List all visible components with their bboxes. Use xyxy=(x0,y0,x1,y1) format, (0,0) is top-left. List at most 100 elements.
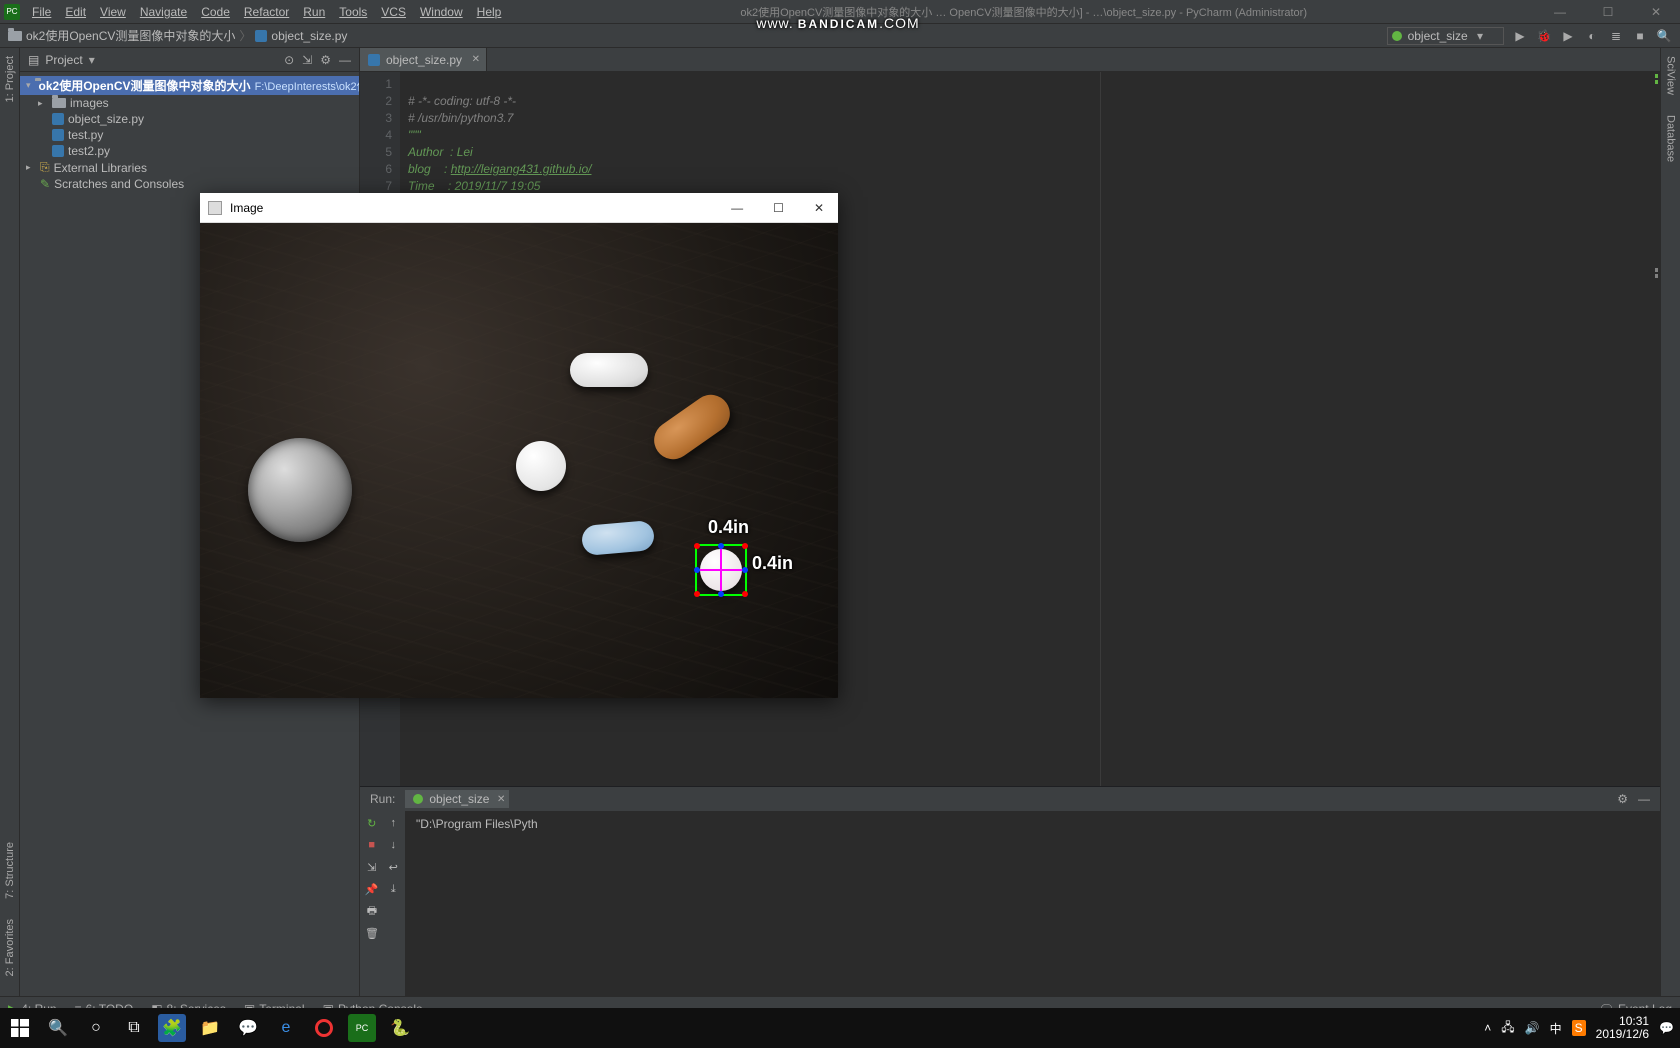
file-explorer-icon[interactable]: 📁 xyxy=(196,1014,224,1042)
breadcrumb-root[interactable]: ok2使用OpenCV测量图像中对象的大小 xyxy=(26,27,235,44)
object-pill-white-oblong xyxy=(570,353,648,387)
bandicam-icon[interactable] xyxy=(310,1014,338,1042)
tool-favorites[interactable]: 2: Favorites xyxy=(4,919,16,976)
project-title[interactable]: Project xyxy=(45,53,82,67)
editor-tab-object-size[interactable]: object_size.py ✕ xyxy=(360,48,487,71)
run-console[interactable]: "D:\Program Files\Pyth xyxy=(406,811,1660,996)
code-line: # /usr/bin/python3.7 xyxy=(408,111,513,125)
debug-button[interactable]: 🐞 xyxy=(1536,28,1552,44)
collapse-icon[interactable]: ⇲ xyxy=(302,53,312,67)
minimap[interactable] xyxy=(1655,72,1658,280)
menu-help[interactable]: Help xyxy=(471,3,508,21)
wrap-icon[interactable]: ↩ xyxy=(386,859,402,875)
up-icon[interactable]: ↑ xyxy=(386,815,402,831)
tree-file-object-size[interactable]: object_size.py xyxy=(20,111,359,127)
menu-window[interactable]: Window xyxy=(414,3,469,21)
close-tab-icon[interactable]: ✕ xyxy=(472,54,480,65)
stop-button[interactable]: ■ xyxy=(1632,28,1648,44)
hide-icon[interactable]: — xyxy=(339,53,351,67)
line-number: 2 xyxy=(360,93,392,110)
minimap-mark xyxy=(1655,274,1658,278)
image-preview-window[interactable]: Image — ☐ ✕ 0.4in 0.4in xyxy=(200,193,838,698)
scroll-icon[interactable]: ⤓ xyxy=(386,881,402,897)
down-icon[interactable]: ↓ xyxy=(386,837,402,853)
chevron-down-icon[interactable]: ▾ xyxy=(89,53,95,67)
close-button[interactable]: ✕ xyxy=(1636,5,1676,19)
tray-arrow-icon[interactable]: ˄ xyxy=(1484,1021,1491,1035)
print-icon[interactable]: 🖶 xyxy=(364,903,380,919)
run-settings-icon[interactable]: ⚙ xyxy=(1617,792,1628,806)
taskbar-app-1[interactable]: 🧩 xyxy=(158,1014,186,1042)
menu-navigate[interactable]: Navigate xyxy=(134,3,193,21)
action-center-icon[interactable]: 💬 xyxy=(1659,1021,1674,1035)
tool-sciview[interactable]: SciView xyxy=(1665,56,1677,95)
tool-structure[interactable]: 7: Structure xyxy=(4,842,16,899)
edge-icon[interactable]: e xyxy=(272,1014,300,1042)
watermark-prefix: www. xyxy=(756,15,793,31)
layout-icon[interactable]: ⇲ xyxy=(364,859,380,875)
image-minimize-button[interactable]: — xyxy=(725,201,749,215)
tool-project[interactable]: 1: Project xyxy=(4,56,16,102)
menu-vcs[interactable]: VCS xyxy=(375,3,412,21)
task-view-icon[interactable]: ⧉ xyxy=(120,1014,148,1042)
menu-edit[interactable]: Edit xyxy=(59,3,92,21)
wechat-icon[interactable]: 💬 xyxy=(234,1014,262,1042)
tray-volume-icon[interactable]: 🔊 xyxy=(1525,1021,1540,1035)
run-coverage-button[interactable]: ▶ xyxy=(1560,28,1576,44)
pycharm-taskbar-icon[interactable]: PC xyxy=(348,1014,376,1042)
window-title: ok2使用OpenCV测量图像中对象的大小 … OpenCV测量图像中的大小] … xyxy=(507,4,1540,20)
close-run-tab-icon[interactable]: ✕ xyxy=(497,794,505,805)
tree-root-path: F:\DeepInterests\ok2使用O… xyxy=(255,78,359,94)
run-config-selector[interactable]: object_size ▾ xyxy=(1387,27,1504,45)
image-window-titlebar[interactable]: Image — ☐ ✕ xyxy=(200,193,838,223)
code-line: """ xyxy=(408,128,421,142)
code-link[interactable]: http://leigang431.github.io/ xyxy=(451,162,592,176)
scratches-icon: ✎ xyxy=(40,177,50,191)
tree-file-test[interactable]: test.py xyxy=(20,127,359,143)
run-tab-object-size[interactable]: object_size ✕ xyxy=(405,790,509,808)
menu-run[interactable]: Run xyxy=(297,3,331,21)
system-clock[interactable]: 10:31 2019/12/6 xyxy=(1596,1015,1649,1041)
gear-icon[interactable]: ⚙ xyxy=(320,53,331,67)
tree-item-label: object_size.py xyxy=(68,112,144,126)
menu-code[interactable]: Code xyxy=(195,3,236,21)
maximize-button[interactable]: ☐ xyxy=(1588,5,1628,19)
menu-view[interactable]: View xyxy=(94,3,132,21)
tree-item-label: External Libraries xyxy=(54,161,147,175)
menu-refactor[interactable]: Refactor xyxy=(238,3,295,21)
profile-button[interactable]: ◐ xyxy=(1584,28,1600,44)
tray-sogou-icon[interactable]: S xyxy=(1572,1020,1586,1036)
tree-scratches[interactable]: ✎ Scratches and Consoles xyxy=(20,176,359,192)
watermark-suffix: .COM xyxy=(879,15,920,31)
menu-file[interactable]: File xyxy=(26,3,57,21)
cross-horizontal xyxy=(697,569,745,571)
tree-folder-images[interactable]: ▸ images xyxy=(20,95,359,111)
tree-file-test2[interactable]: test2.py xyxy=(20,143,359,159)
locate-icon[interactable]: ⊙ xyxy=(284,53,294,67)
tree-root[interactable]: ▾ ok2使用OpenCV测量图像中对象的大小 F:\DeepInterests… xyxy=(20,76,359,95)
run-tab-label: object_size xyxy=(429,792,489,806)
tool-database[interactable]: Database xyxy=(1665,115,1677,162)
trash-icon[interactable]: 🗑 xyxy=(364,925,380,941)
python-taskbar-icon[interactable]: 🐍 xyxy=(386,1014,414,1042)
menu-tools[interactable]: Tools xyxy=(333,3,373,21)
stop-icon[interactable]: ■ xyxy=(364,837,380,853)
image-maximize-button[interactable]: ☐ xyxy=(767,201,790,215)
editor-tab-label: object_size.py xyxy=(386,53,462,67)
breadcrumb-file[interactable]: object_size.py xyxy=(271,29,347,43)
rerun-icon[interactable]: ↻ xyxy=(364,815,380,831)
cortana-icon[interactable]: ○ xyxy=(82,1014,110,1042)
concurrency-button[interactable]: ≣ xyxy=(1608,28,1624,44)
tree-external-libraries[interactable]: ▸⎘ External Libraries xyxy=(20,159,359,176)
image-close-button[interactable]: ✕ xyxy=(808,201,830,215)
run-button[interactable]: ▶ xyxy=(1512,28,1528,44)
tray-ime-icon[interactable]: 中 xyxy=(1550,1020,1562,1037)
tray-network-icon[interactable]: 🖧 xyxy=(1501,1018,1514,1039)
search-everywhere-button[interactable]: 🔍 xyxy=(1656,28,1672,44)
search-icon[interactable]: 🔍 xyxy=(44,1014,72,1042)
minimize-button[interactable]: — xyxy=(1540,5,1580,19)
run-hide-icon[interactable]: — xyxy=(1638,792,1650,806)
image-window-title: Image xyxy=(230,201,263,215)
pin-icon[interactable]: 📌 xyxy=(364,881,380,897)
start-button[interactable] xyxy=(6,1014,34,1042)
